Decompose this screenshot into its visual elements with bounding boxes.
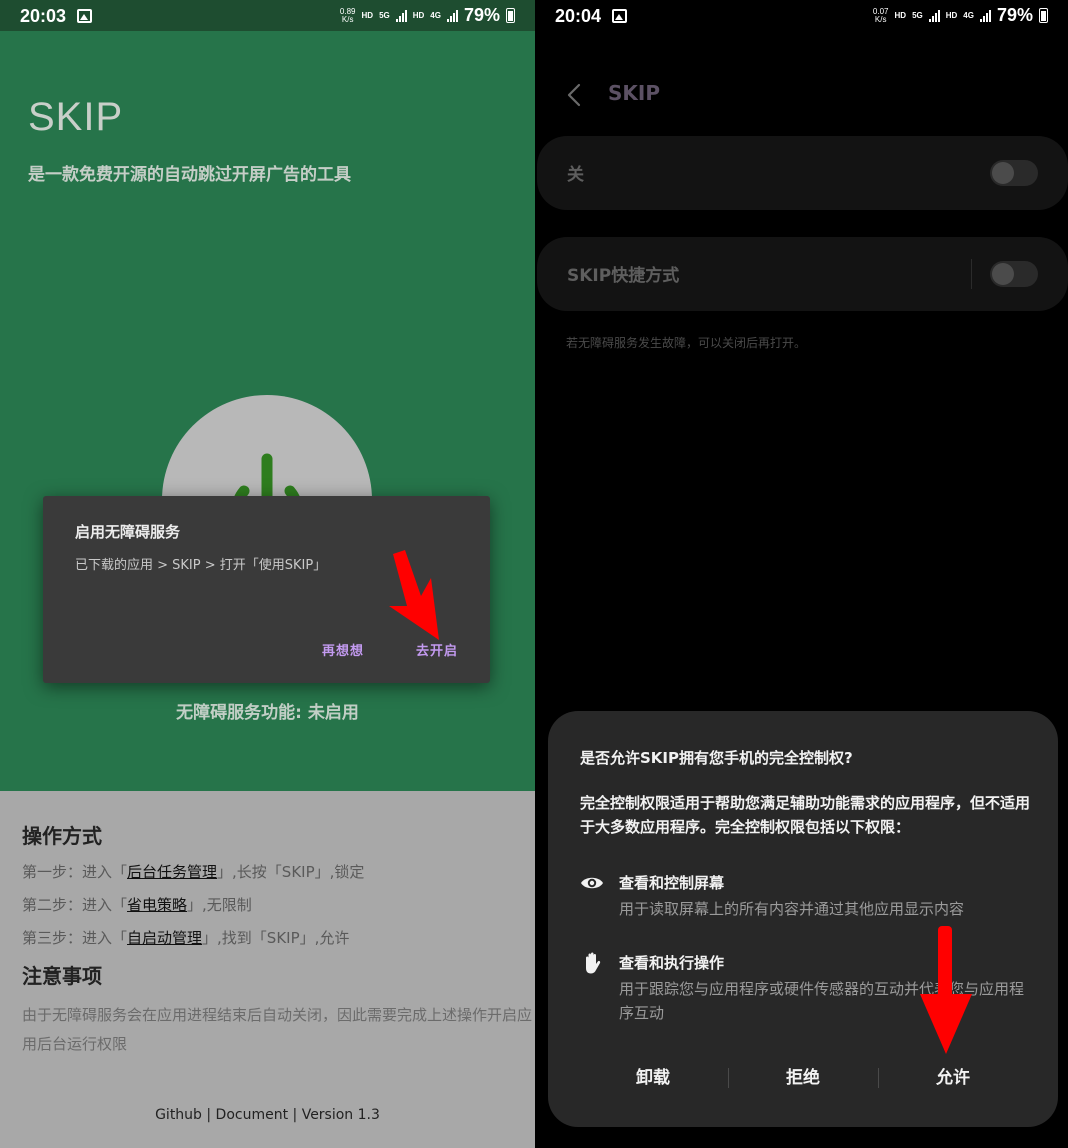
sheet-description: 完全控制权限适用于帮助您满足辅助功能需求的应用程序，但不适用于大多数应用程序。完… bbox=[580, 794, 1031, 836]
allow-button[interactable]: 允许 bbox=[878, 1063, 1028, 1088]
network-type: 4G bbox=[963, 11, 974, 20]
permission-desc: 用于读取屏幕上的所有内容并通过其他应用显示内容 bbox=[619, 900, 965, 918]
network-type: 4G bbox=[430, 11, 441, 20]
divider bbox=[971, 259, 972, 289]
notes-body: 由于无障碍服务会在应用进程结束后自动关闭，因此需要完成上述操作开启应用后台运行权… bbox=[22, 1006, 533, 1053]
app-bar: SKIP bbox=[535, 75, 1068, 115]
network-type: 5G bbox=[912, 11, 923, 20]
service-toggle-card[interactable]: 关 bbox=[537, 136, 1068, 210]
signal-icon bbox=[979, 9, 991, 22]
hd-label: HD bbox=[361, 11, 374, 20]
hand-icon bbox=[586, 952, 601, 974]
battery-icon bbox=[506, 8, 515, 23]
step-1: 第一步：进入「后台任务管理」,长按「SKIP」,锁定 bbox=[22, 863, 365, 881]
signal-icon bbox=[928, 9, 940, 22]
app-title: SKIP bbox=[28, 95, 124, 139]
status-bar: 20:04 0.07 K/s HD 5G HD 4G 79% bbox=[535, 0, 1068, 31]
background-task-link[interactable]: 后台任务管理 bbox=[127, 863, 217, 881]
eye-icon bbox=[581, 877, 603, 889]
switch-knob bbox=[992, 162, 1014, 184]
status-time: 20:03 bbox=[20, 6, 67, 26]
battery-percent: 79% bbox=[996, 5, 1033, 25]
shortcut-switch[interactable] bbox=[990, 261, 1038, 287]
sheet-title: 是否允许SKIP拥有您手机的完全控制权? bbox=[580, 749, 853, 767]
power-saving-link[interactable]: 省电策略 bbox=[127, 896, 187, 914]
left-screen: 20:03 0.89 K/s HD 5G HD 4G 79% SKIP 是一款免… bbox=[0, 0, 535, 1148]
red-arrow-icon bbox=[920, 926, 972, 1054]
permission-title: 查看和控制屏幕 bbox=[619, 874, 725, 892]
switch-knob bbox=[992, 263, 1014, 285]
status-bar: 20:03 0.89 K/s HD 5G HD 4G 79% bbox=[0, 0, 535, 31]
notes-title: 注意事项 bbox=[22, 964, 102, 988]
shortcut-card[interactable]: SKIP快捷方式 bbox=[537, 237, 1068, 311]
howto-title: 操作方式 bbox=[22, 824, 102, 848]
red-arrow-icon bbox=[389, 550, 439, 640]
step-3: 第三步：进入「自启动管理」,找到「SKIP」,允许 bbox=[22, 929, 350, 947]
network-speed: 0.89 K/s bbox=[339, 6, 356, 24]
network-type: 5G bbox=[379, 11, 390, 20]
shortcut-label: SKIP快捷方式 bbox=[567, 266, 680, 286]
hd-label: HD bbox=[412, 11, 425, 20]
deny-button[interactable]: 拒绝 bbox=[728, 1063, 878, 1088]
service-toggle-label: 关 bbox=[567, 165, 584, 185]
sheet-actions: 卸载 拒绝 允许 bbox=[548, 1063, 1058, 1093]
later-button[interactable]: 再想想 bbox=[322, 640, 364, 659]
step-2: 第二步：进入「省电策略」,无限制 bbox=[22, 896, 252, 914]
autostart-link[interactable]: 自启动管理 bbox=[127, 929, 202, 947]
gallery-notification-icon bbox=[612, 9, 627, 23]
signal-icon bbox=[446, 9, 458, 22]
battery-icon bbox=[1039, 8, 1048, 23]
hint-text: 若无障碍服务发生故障，可以关闭后再打开。 bbox=[566, 336, 807, 350]
uninstall-button[interactable]: 卸载 bbox=[578, 1063, 728, 1088]
full-control-permission-sheet: 是否允许SKIP拥有您手机的完全控制权? 完全控制权限适用于帮助您满足辅助功能需… bbox=[548, 711, 1058, 1127]
right-screen: 20:04 0.07 K/s HD 5G HD 4G 79% SKIP 关 SK… bbox=[535, 0, 1068, 1148]
howto-section: 操作方式 第一步：进入「后台任务管理」,长按「SKIP」,锁定 第二步：进入「省… bbox=[22, 820, 532, 1059]
gallery-notification-icon bbox=[77, 9, 92, 23]
permission-title: 查看和执行操作 bbox=[619, 954, 725, 972]
page-title: SKIP bbox=[608, 81, 661, 105]
hd-label: HD bbox=[894, 11, 907, 20]
status-time: 20:04 bbox=[555, 6, 602, 26]
back-arrow-icon[interactable] bbox=[567, 83, 581, 107]
footer-links[interactable]: Github | Document | Version 1.3 bbox=[0, 1107, 535, 1123]
hd-label: HD bbox=[945, 11, 958, 20]
battery-percent: 79% bbox=[463, 5, 500, 25]
app-subtitle: 是一款免费开源的自动跳过开屏广告的工具 bbox=[28, 165, 351, 185]
dialog-message: 已下载的应用 > SKIP > 打开「使用SKIP」 bbox=[75, 558, 327, 573]
network-speed: 0.07 K/s bbox=[872, 6, 889, 24]
service-switch[interactable] bbox=[990, 160, 1038, 186]
signal-icon bbox=[395, 9, 407, 22]
dialog-title: 启用无障碍服务 bbox=[75, 523, 181, 541]
service-status-text: 无障碍服务功能: 未启用 bbox=[176, 703, 359, 723]
